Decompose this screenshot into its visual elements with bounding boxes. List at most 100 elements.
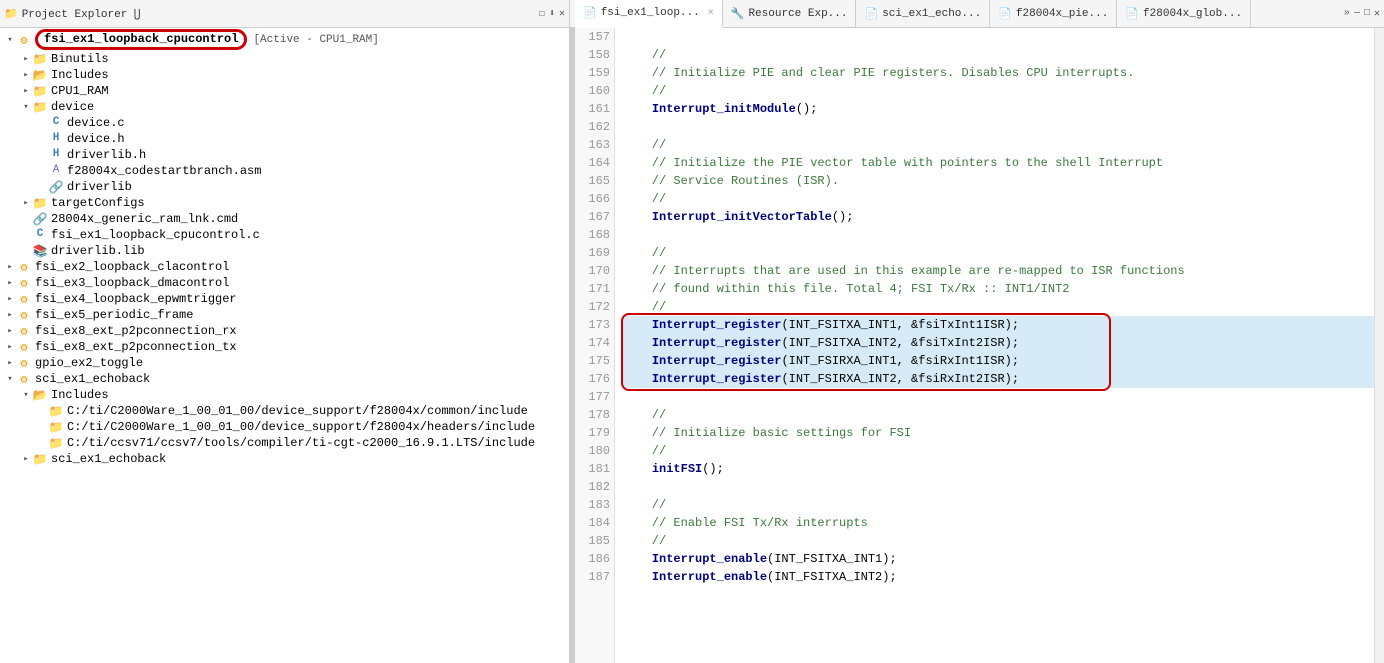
tree-arrow-root: ▾: [4, 35, 16, 45]
tree-item-device_h[interactable]: Hdevice.h: [0, 131, 569, 147]
minimize-editor-btn[interactable]: —: [1354, 8, 1360, 19]
maximize-editor-btn[interactable]: □: [1364, 8, 1370, 19]
code-line-158[interactable]: //: [623, 46, 1374, 64]
line-numbers: 1571581591601611621631641651661671681691…: [575, 28, 615, 663]
code-line-185[interactable]: //: [623, 532, 1374, 550]
tree-item-fsi_ex8_rx[interactable]: ▸⚙fsi_ex8_ext_p2pconnection_rx: [0, 323, 569, 339]
tree-item-root[interactable]: ▾⚙fsi_ex1_loopback_cpucontrol[Active - C…: [0, 28, 569, 51]
tree-label-includes: Includes: [51, 68, 109, 82]
code-line-184[interactable]: // Enable FSI Tx/Rx interrupts: [623, 514, 1374, 532]
tab-f28004x_glob[interactable]: 📄f28004x_glob...: [1117, 0, 1251, 27]
code-line-159[interactable]: // Initialize PIE and clear PIE register…: [623, 64, 1374, 82]
code-line-178[interactable]: //: [623, 406, 1374, 424]
line-num-185: 185: [579, 532, 610, 550]
code-line-187[interactable]: Interrupt_enable(INT_FSITXA_INT2);: [623, 568, 1374, 586]
code-line-157[interactable]: [623, 28, 1374, 46]
line-num-170: 170: [579, 262, 610, 280]
code-line-177[interactable]: [623, 388, 1374, 406]
panel-menu-btn[interactable]: ⬇: [549, 8, 555, 20]
tree-item-fsi_ex8_tx[interactable]: ▸⚙fsi_ex8_ext_p2pconnection_tx: [0, 339, 569, 355]
line-num-174: 174: [579, 334, 610, 352]
code-line-180[interactable]: //: [623, 442, 1374, 460]
tree-item-fsi_ex4[interactable]: ▸⚙fsi_ex4_loopback_epwmtrigger: [0, 291, 569, 307]
code-line-164[interactable]: // Initialize the PIE vector table with …: [623, 154, 1374, 172]
code-line-173[interactable]: Interrupt_register(INT_FSITXA_INT1, &fsi…: [623, 316, 1374, 334]
tree-item-fsi_ex3[interactable]: ▸⚙fsi_ex3_loopback_dmacontrol: [0, 275, 569, 291]
line-num-178: 178: [579, 406, 610, 424]
tree-label-sci_inc1: C:/ti/C2000Ware_1_00_01_00/device_suppor…: [67, 404, 528, 418]
code-line-170[interactable]: // Interrupts that are used in this exam…: [623, 262, 1374, 280]
code-editor: 1571581591601611621631641651661671681691…: [575, 28, 1384, 663]
code-line-168[interactable]: [623, 226, 1374, 244]
code-line-179[interactable]: // Initialize basic settings for FSI: [623, 424, 1374, 442]
tree-item-device[interactable]: ▾📁device: [0, 99, 569, 115]
tree-item-binutils[interactable]: ▸📁Binutils: [0, 51, 569, 67]
line-num-181: 181: [579, 460, 610, 478]
tree-icon-sci_includes: 📂: [32, 388, 48, 402]
close-editor-btn[interactable]: ✕: [1374, 8, 1380, 20]
tree-item-driverlib_lib[interactable]: 📚driverlib.lib: [0, 243, 569, 259]
tree-item-sci_inc2[interactable]: 📁C:/ti/C2000Ware_1_00_01_00/device_suppo…: [0, 419, 569, 435]
tree-label-fsi_ex3: fsi_ex3_loopback_dmacontrol: [35, 276, 229, 290]
tab-f28004x_pie[interactable]: 📄f28004x_pie...: [990, 0, 1117, 27]
tree-item-targetconfigs[interactable]: ▸📁targetConfigs: [0, 195, 569, 211]
code-line-167[interactable]: Interrupt_initVectorTable();: [623, 208, 1374, 226]
tree-icon-sci_inc1: 📁: [48, 404, 64, 418]
tree-item-sci_inc1[interactable]: 📁C:/ti/C2000Ware_1_00_01_00/device_suppo…: [0, 403, 569, 419]
code-line-176[interactable]: Interrupt_register(INT_FSIRXA_INT2, &fsi…: [623, 370, 1374, 388]
tree-item-driverlib_folder[interactable]: 🔗driverlib: [0, 179, 569, 195]
code-line-171[interactable]: // found within this file. Total 4; FSI …: [623, 280, 1374, 298]
tab-icon-resource_exp: 🔧: [731, 7, 745, 21]
tree-item-gpio_ex2[interactable]: ▸⚙gpio_ex2_toggle: [0, 355, 569, 371]
tree-item-sci_inc3[interactable]: 📁C:/ti/ccsv71/ccsv7/tools/compiler/ti-cg…: [0, 435, 569, 451]
code-line-169[interactable]: //: [623, 244, 1374, 262]
tree-icon-includes: 📂: [32, 68, 48, 82]
line-num-169: 169: [579, 244, 610, 262]
code-line-165[interactable]: // Service Routines (ISR).: [623, 172, 1374, 190]
tree-item-includes[interactable]: ▸📂Includes: [0, 67, 569, 83]
tree-item-f28004x_codestart[interactable]: Af28004x_codestartbranch.asm: [0, 163, 569, 179]
project-explorer-tab-label[interactable]: Project Explorer ⋃: [22, 7, 141, 21]
code-line-183[interactable]: //: [623, 496, 1374, 514]
project-tree[interactable]: ▾⚙fsi_ex1_loopback_cpucontrol[Active - C…: [0, 28, 569, 663]
line-num-182: 182: [579, 478, 610, 496]
tab-resource_exp[interactable]: 🔧Resource Exp...: [723, 0, 857, 27]
editor-scrollbar[interactable]: [1374, 28, 1384, 663]
tree-item-fsi_ex5[interactable]: ▸⚙fsi_ex5_periodic_frame: [0, 307, 569, 323]
tree-item-ram_lnk[interactable]: 🔗28004x_generic_ram_lnk.cmd: [0, 211, 569, 227]
tab-sci_ex1_echo[interactable]: 📄sci_ex1_echo...: [856, 0, 990, 27]
code-line-160[interactable]: //: [623, 82, 1374, 100]
tree-label-driverlib_folder: driverlib: [67, 180, 132, 194]
code-line-181[interactable]: initFSI();: [623, 460, 1374, 478]
tree-item-sci_includes[interactable]: ▾📂Includes: [0, 387, 569, 403]
code-content[interactable]: // // Initialize PIE and clear PIE regis…: [615, 28, 1374, 663]
code-line-166[interactable]: //: [623, 190, 1374, 208]
tree-item-sci_ex1_echoback[interactable]: ▸📁sci_ex1_echoback: [0, 451, 569, 467]
code-line-174[interactable]: Interrupt_register(INT_FSITXA_INT2, &fsi…: [623, 334, 1374, 352]
code-line-175[interactable]: Interrupt_register(INT_FSIRXA_INT1, &fsi…: [623, 352, 1374, 370]
tree-item-device_c[interactable]: Cdevice.c: [0, 115, 569, 131]
panel-close-btn[interactable]: ✕: [559, 8, 565, 20]
tree-item-driverlib_h[interactable]: Hdriverlib.h: [0, 147, 569, 163]
tab-label-resource_exp: Resource Exp...: [748, 8, 847, 20]
tree-label-device_h: device.h: [67, 132, 125, 146]
tree-item-fsi_ex1_c[interactable]: Cfsi_ex1_loopback_cpucontrol.c: [0, 227, 569, 243]
tab-close-fsi_ex1_loop[interactable]: ×: [708, 8, 714, 19]
code-line-172[interactable]: //: [623, 298, 1374, 316]
more-tabs-btn[interactable]: »: [1344, 8, 1350, 19]
code-line-163[interactable]: //: [623, 136, 1374, 154]
tree-label-f28004x_codestart: f28004x_codestartbranch.asm: [67, 164, 261, 178]
tree-label-gpio_ex2: gpio_ex2_toggle: [35, 356, 143, 370]
tree-label-fsi_ex8_tx: fsi_ex8_ext_p2pconnection_tx: [35, 340, 237, 354]
tree-item-fsi_ex2[interactable]: ▸⚙fsi_ex2_loopback_clacontrol: [0, 259, 569, 275]
code-line-182[interactable]: [623, 478, 1374, 496]
tree-item-sci_ex1[interactable]: ▾⚙sci_ex1_echoback: [0, 371, 569, 387]
code-line-162[interactable]: [623, 118, 1374, 136]
tree-item-cpu1ram[interactable]: ▸📁CPU1_RAM: [0, 83, 569, 99]
tree-icon-sci_inc2: 📁: [48, 420, 64, 434]
tab-fsi_ex1_loop[interactable]: 📄fsi_ex1_loop...×: [575, 0, 723, 28]
code-line-186[interactable]: Interrupt_enable(INT_FSITXA_INT1);: [623, 550, 1374, 568]
code-line-161[interactable]: Interrupt_initModule();: [623, 100, 1374, 118]
minimize-btn[interactable]: ☐: [539, 8, 545, 20]
tree-icon-device: 📁: [32, 100, 48, 114]
